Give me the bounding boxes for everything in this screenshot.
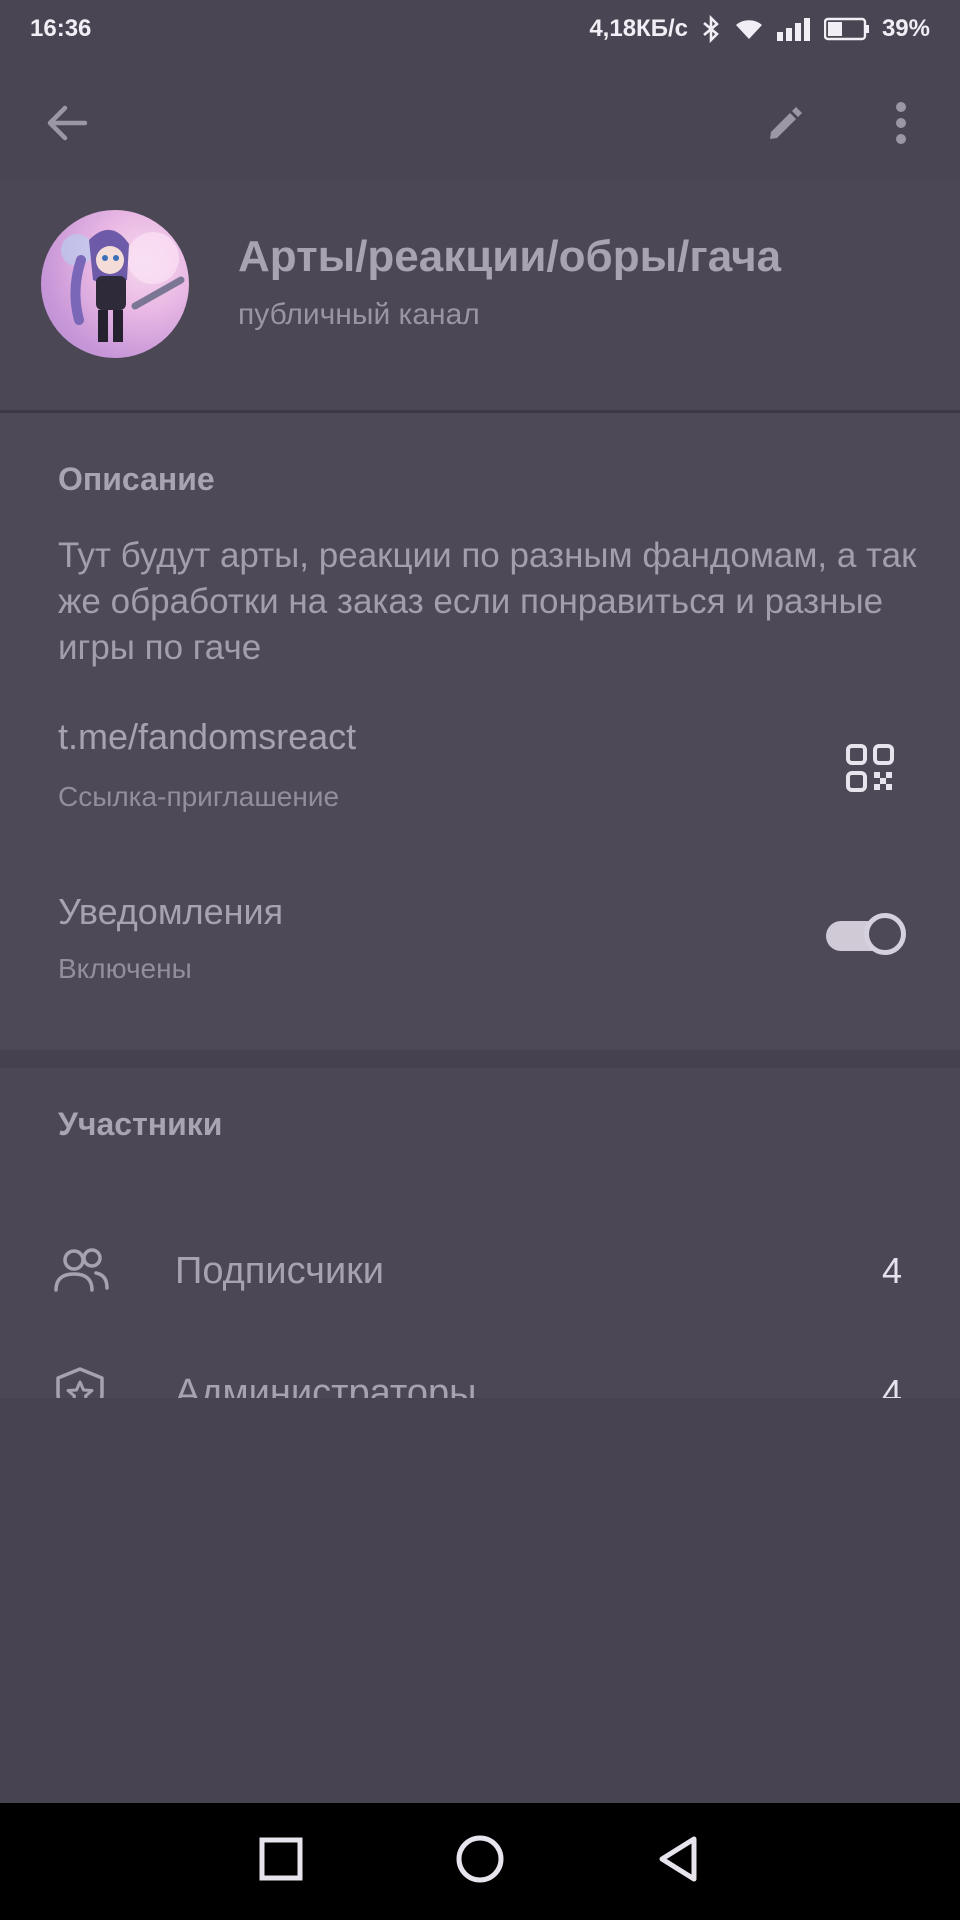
more-vert-icon [894,101,908,150]
notifications-toggle[interactable] [824,913,908,957]
notifications-label: Уведомления [58,891,284,932]
status-time: 16:36 [30,15,92,42]
recents-button[interactable] [251,1831,311,1891]
circle-icon [455,1834,505,1889]
net-speed: 4,18КБ/с [589,15,688,42]
channel-header: Арты/реакции/обры/гача публичный канал [0,180,960,410]
system-nav-bar [0,1803,960,1920]
members-section: Участники Подписчики 4 Администраторы 4 [0,1068,960,1421]
status-indicators: 4,18КБ/с 39% [589,15,930,43]
triangle-back-icon [656,1835,700,1888]
people-icon [52,1244,110,1300]
section-divider [0,1050,960,1068]
channel-title: Арты/реакции/обры/гача [238,232,782,281]
toggle-knob [864,913,906,955]
qr-code-icon[interactable] [845,743,895,793]
home-button[interactable] [450,1831,510,1891]
back-arrow-icon [45,103,89,148]
notifications-status: Включены [58,953,192,984]
subscribers-row[interactable]: Подписчики 4 [0,1212,960,1332]
status-bar: 16:36 4,18КБ/с 39% [0,0,960,58]
toolbar [0,72,960,182]
edit-pencil-icon [765,103,805,148]
members-heading: Участники [58,1106,223,1142]
more-button[interactable] [866,90,936,160]
description-heading: Описание [58,461,215,497]
subscribers-count: 4 [881,1250,902,1291]
back-nav-button[interactable] [648,1831,708,1891]
wifi-icon [734,17,764,41]
description-text: Тут будут арты, реакции по разным фандом… [58,536,917,667]
channel-type: публичный канал [238,298,480,331]
battery-percent: 39% [881,15,930,42]
subscribers-label: Подписчики [175,1250,385,1292]
info-section: Описание Тут будут арты, реакции по разн… [0,413,960,1050]
channel-avatar[interactable] [41,210,189,358]
bluetooth-icon [700,15,722,43]
invite-link-label: Ссылка-приглашение [58,781,340,812]
back-button[interactable] [32,90,102,160]
edit-button[interactable] [750,90,820,160]
signal-icon [776,17,812,41]
square-icon [259,1837,303,1886]
invite-link[interactable]: t.me/fandomsreact [58,716,356,758]
empty-area [0,1398,960,1803]
battery-icon [823,17,870,41]
